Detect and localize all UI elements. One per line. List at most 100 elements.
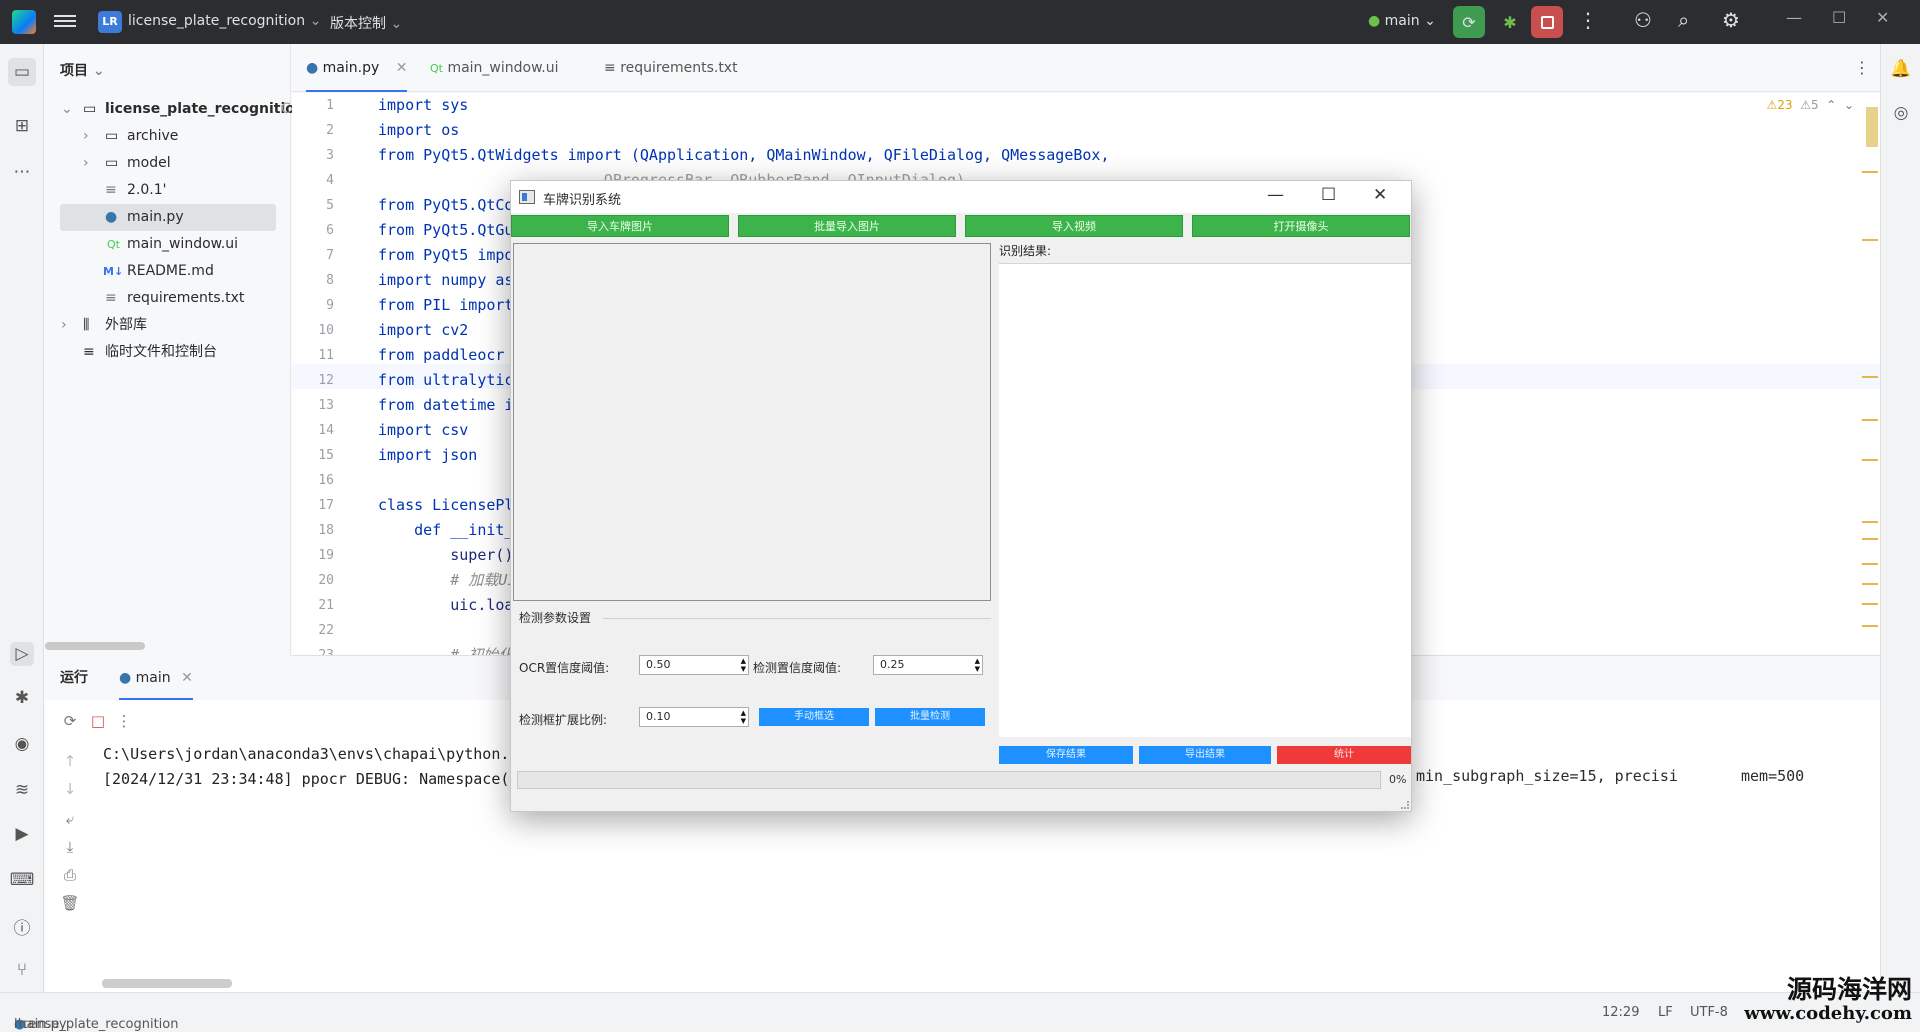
chevron-down-icon: ⌄ (61, 101, 73, 117)
tree-item-archive[interactable]: › ▭ archive (45, 123, 291, 150)
vcs-label: 版本控制 (330, 16, 386, 32)
tree-item-main-py[interactable]: ● main.py (60, 204, 276, 231)
problems-icon[interactable]: ⓘ (10, 914, 34, 939)
result-textbox[interactable] (999, 263, 1411, 737)
import-video-button[interactable]: 导入视频 (965, 215, 1183, 237)
vcs-menu[interactable]: 版本控制 ⌄ (330, 13, 402, 33)
file-encoding[interactable]: UTF-8 (1690, 1005, 1728, 1020)
horizontal-scrollbar[interactable] (45, 642, 145, 650)
terminal-icon[interactable]: ⌨ (10, 868, 35, 892)
close-tab-icon[interactable]: ✕ (396, 60, 408, 76)
caret-position[interactable]: 12:29 (1602, 1005, 1639, 1020)
close-icon[interactable]: ✕ (1876, 8, 1889, 27)
open-camera-button[interactable]: 打开摄像头 (1192, 215, 1410, 237)
project-switcher[interactable]: license_plate_recognition ⌄ (128, 13, 321, 29)
console-output[interactable]: C:\Users\jordan\anaconda3\envs\chapai\py… (103, 742, 518, 792)
services-icon[interactable]: ▶ (10, 822, 34, 846)
code-text: import sys (378, 96, 469, 114)
code-text: import cv2 (378, 321, 469, 339)
code-text: from ultralytic (378, 371, 514, 389)
more-vertical-icon[interactable]: ⋮ (1578, 8, 1598, 32)
ocr-threshold-spinbox[interactable]: 0.50 ▲ ▼ (639, 655, 749, 675)
project-panel-title[interactable]: 项目 ⌄ (60, 60, 105, 80)
settings-gear-icon[interactable]: ⚙ (1722, 8, 1740, 32)
debug-button[interactable]: ✱ (1494, 6, 1526, 38)
python-console-icon[interactable]: ◉ (10, 732, 34, 756)
expand-ratio-spinbox[interactable]: 0.10 ▲ ▼ (639, 707, 749, 727)
tab-main-window-ui[interactable]: Qt main_window.ui (430, 44, 558, 92)
window-titlebar[interactable]: 车牌识别系统 — ☐ ✕ (511, 181, 1411, 213)
tree-item-requirements[interactable]: ≡ requirements.txt (45, 285, 291, 312)
tab-main-py[interactable]: ● main.py ✕ (306, 44, 408, 92)
run-config-selector[interactable]: ● main ⌄ (1368, 13, 1436, 29)
horizontal-scrollbar[interactable] (102, 979, 232, 988)
tree-item-ui[interactable]: Qt main_window.ui (45, 231, 291, 258)
maximize-icon[interactable]: ☐ (1321, 185, 1336, 205)
print-icon[interactable]: ⎙ (59, 864, 81, 886)
inspection-widget[interactable]: ⚠23 ⚠5 ⌃ ⌄ (1767, 98, 1854, 112)
ocr-threshold-value: 0.50 (646, 658, 671, 671)
batch-detect-button[interactable]: 批量检测 (875, 708, 985, 726)
chevron-up-icon[interactable]: ⌃ (1826, 98, 1836, 112)
structure-icon[interactable]: ⊞ (10, 114, 34, 138)
ai-assistant-icon[interactable]: ◎ (1890, 102, 1912, 124)
line-number: 20 (318, 573, 334, 588)
tree-item-root[interactable]: ⌄ ▭ license_plate_recognition C (45, 96, 305, 123)
tree-item-file[interactable]: ≡ 2.0.1' (45, 177, 291, 204)
add-user-icon[interactable]: ⚇ (1634, 8, 1652, 32)
run-tab-main[interactable]: ● main ✕ (119, 656, 193, 700)
rerun-icon[interactable]: ⟳ (59, 710, 81, 732)
run-tool-icon[interactable]: ▷ (10, 642, 34, 666)
spin-arrows-icon[interactable]: ▲ ▼ (741, 709, 746, 725)
chevron-down-icon: ⌄ (1424, 13, 1436, 29)
git-icon[interactable]: ⑂ (10, 958, 34, 982)
project-name-label: license_plate_recognition (128, 13, 306, 29)
import-image-button[interactable]: 导入车牌图片 (511, 215, 729, 237)
det-threshold-spinbox[interactable]: 0.25 ▲ ▼ (873, 655, 983, 675)
expand-ratio-label: 检测框扩展比例: (519, 713, 608, 727)
save-results-button[interactable]: 保存结果 (999, 746, 1133, 764)
chevron-right-icon: › (83, 155, 89, 171)
close-tab-icon[interactable]: ✕ (181, 670, 193, 686)
project-folder-icon[interactable]: ▭ (8, 58, 36, 86)
more-tools-icon[interactable]: ⋯ (10, 160, 34, 184)
spin-arrows-icon[interactable]: ▲ ▼ (975, 657, 980, 673)
resize-grip[interactable] (1401, 801, 1409, 809)
tab-requirements[interactable]: ≡ requirements.txt (604, 44, 738, 92)
trash-icon[interactable]: 🗑 (59, 892, 81, 914)
tree-item-model[interactable]: › ▭ model (45, 150, 291, 177)
minimize-icon[interactable]: — (1786, 8, 1802, 27)
batch-import-button[interactable]: 批量导入图片 (738, 215, 956, 237)
arrow-down-icon[interactable]: ↓ (59, 778, 81, 800)
line-number: 16 (318, 473, 334, 488)
spin-arrows-icon[interactable]: ▲ ▼ (741, 657, 746, 673)
tree-item-external-libs[interactable]: › ⫼ 外部库 (45, 312, 291, 339)
export-results-button[interactable]: 导出结果 (1139, 746, 1271, 764)
hamburger-menu-icon[interactable] (54, 12, 76, 32)
status-bar: ▫ license_plate_recognition › ● main.py … (0, 992, 1920, 1032)
maximize-icon[interactable]: ☐ (1832, 8, 1846, 27)
soft-wrap-icon[interactable]: ⤶ (59, 808, 81, 830)
manual-select-button[interactable]: 手动框选 (759, 708, 869, 726)
notifications-bell-icon[interactable]: 🔔 (1890, 58, 1912, 80)
debug-tool-icon[interactable]: ✱ (10, 686, 34, 710)
scroll-to-end-icon[interactable]: ⤓ (59, 836, 81, 858)
tree-item-scratches[interactable]: ≡ 临时文件和控制台 (45, 339, 291, 366)
line-separator[interactable]: LF (1658, 1005, 1673, 1020)
ocr-threshold-label: OCR置信度阈值: (519, 661, 610, 675)
statistics-button[interactable]: 统计 (1277, 746, 1411, 764)
layers-icon[interactable]: ≋ (10, 778, 34, 802)
search-icon[interactable]: ⌕ (1678, 8, 1689, 32)
tree-item-readme[interactable]: M↓ README.md (45, 258, 291, 285)
stop-icon[interactable]: □ (87, 710, 109, 732)
tabs-more-icon[interactable]: ⋮ (1854, 44, 1870, 92)
chevron-down-icon[interactable]: ⌄ (1844, 98, 1854, 112)
more-vertical-icon[interactable]: ⋮ (113, 710, 135, 732)
project-badge[interactable]: LR (98, 11, 122, 33)
rerun-button[interactable]: ⟳ (1453, 6, 1485, 38)
stop-button[interactable] (1531, 6, 1563, 38)
close-icon[interactable]: ✕ (1373, 185, 1387, 205)
arrow-up-icon[interactable]: ↑ (59, 750, 81, 772)
image-display-area[interactable] (513, 243, 991, 601)
minimize-icon[interactable]: — (1267, 185, 1284, 205)
